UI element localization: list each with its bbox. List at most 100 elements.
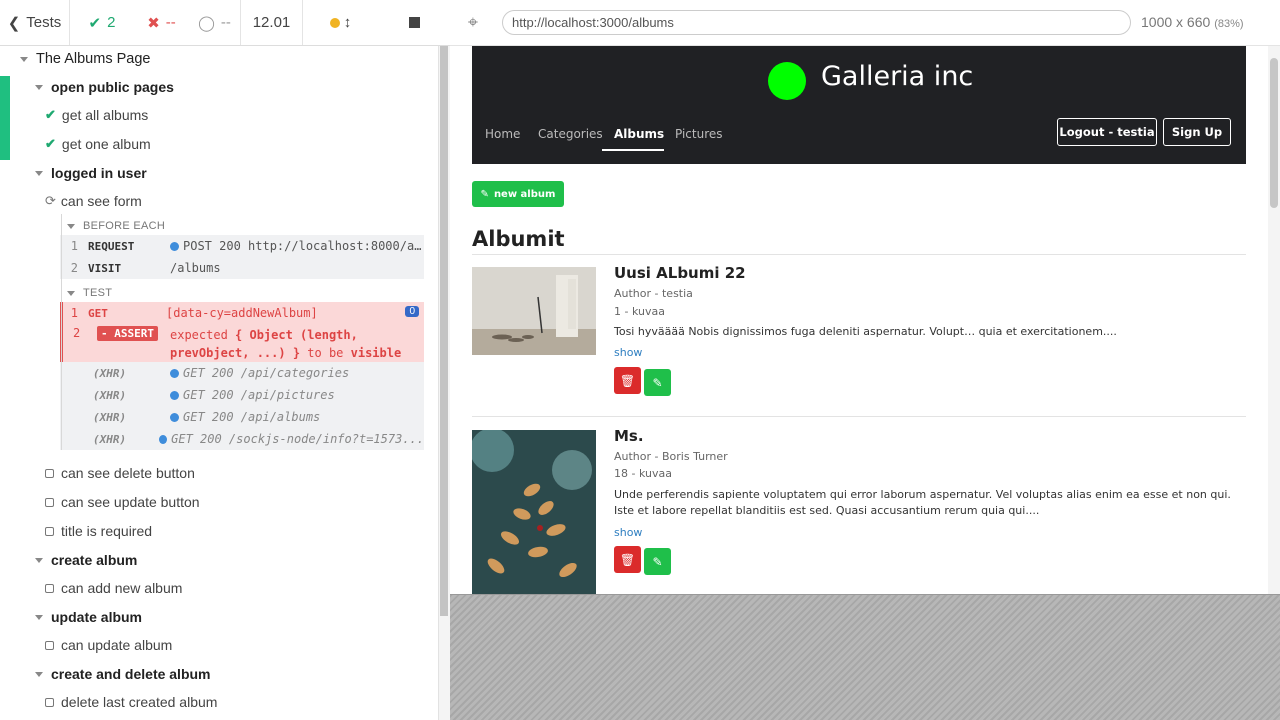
refresh-icon: ⟳: [45, 193, 56, 208]
logout-button[interactable]: Logout - testia: [1057, 118, 1157, 146]
runner-scrollbar-thumb[interactable]: [440, 46, 448, 616]
test-title: can update album: [61, 637, 173, 653]
request-dot-icon: [170, 412, 179, 422]
test-row[interactable]: can update album: [45, 631, 172, 659]
test-title: can see form: [60, 193, 142, 209]
check-icon: ✔: [45, 136, 56, 151]
album-show-link[interactable]: show: [614, 346, 642, 359]
url-bar[interactable]: http://localhost:3000/albums: [502, 10, 1131, 35]
album-show-link[interactable]: show: [614, 526, 642, 539]
test-title: get all albums: [61, 107, 149, 123]
passed-count: ✔ 2: [70, 0, 134, 45]
delete-album-button[interactable]: 🗑: [614, 546, 641, 573]
stop-button[interactable]: [378, 0, 450, 45]
back-to-tests-button[interactable]: ❮ Tests: [0, 0, 70, 45]
command-row-get[interactable]: 1 GET [data-cy=addNewAlbum] 0: [60, 302, 424, 324]
command-row[interactable]: 2 VISIT /albums: [60, 257, 424, 279]
xhr-row[interactable]: (XHR) GET 200 /api/albums: [60, 406, 424, 428]
pending-circle-icon: ◯: [198, 14, 215, 32]
pending-box-icon: [45, 526, 54, 536]
new-album-button[interactable]: ✎ new album: [472, 181, 564, 207]
xhr-row[interactable]: (XHR) GET 200 /sockjs-node/info?t=1573..…: [60, 428, 424, 450]
selector-playground-icon[interactable]: ⌖: [463, 12, 483, 32]
test-label: TEST: [83, 287, 113, 299]
album-description: Unde perferendis sapiente voluptatem qui…: [614, 488, 1231, 517]
command-message: POST 200 http://localhost:8000/api/...: [183, 239, 424, 253]
suite-title: update album: [51, 609, 143, 625]
edit-album-button[interactable]: ✎: [644, 548, 671, 575]
test-row[interactable]: ⟳ can see form: [45, 187, 142, 215]
auto-scroll-toggle[interactable]: ↕: [303, 0, 378, 45]
caret-down-icon: [35, 170, 43, 176]
active-nav-underline: [602, 149, 664, 151]
arrows-vertical-icon: ↕: [343, 14, 352, 31]
caret-down-icon: [67, 223, 75, 229]
signup-button[interactable]: Sign Up: [1163, 118, 1231, 146]
xhr-label: (XHR): [93, 388, 127, 402]
xhr-row[interactable]: (XHR) GET 200 /api/pictures: [60, 384, 424, 406]
command-name: VISIT: [88, 261, 122, 275]
xhr-message: GET 200 /api/albums: [183, 410, 321, 424]
test-title: delete last created album: [61, 694, 218, 710]
xhr-message: GET 200 /api/pictures: [183, 388, 335, 402]
album-thumbnail[interactable]: [472, 430, 596, 594]
test-row[interactable]: ✔ get one album: [45, 130, 151, 158]
assert-text: to be: [300, 346, 351, 360]
nav-pictures[interactable]: Pictures: [675, 127, 723, 141]
test-section[interactable]: TEST: [67, 284, 112, 302]
viewport-size: 1000 x 660 (83%): [1141, 14, 1244, 30]
test-row[interactable]: title is required: [45, 517, 152, 545]
nav-home[interactable]: Home: [485, 127, 520, 141]
test-row[interactable]: can see update button: [45, 488, 200, 516]
suite-row[interactable]: logged in user: [35, 159, 147, 187]
runner-header: ❮ Tests ✔ 2 ✖ -- ◯ -- 12.01 ↕: [0, 0, 450, 46]
pending-box-icon: [45, 583, 54, 593]
suite-row[interactable]: create album: [35, 546, 137, 574]
album-title[interactable]: Ms.: [614, 427, 644, 445]
test-row[interactable]: can add new album: [45, 574, 182, 602]
logo-icon: [768, 62, 806, 100]
test-title: can add new album: [61, 580, 183, 596]
root-suite[interactable]: The Albums Page: [20, 46, 150, 73]
nav-categories[interactable]: Categories: [538, 127, 603, 141]
suite-row[interactable]: create and delete album: [35, 660, 211, 688]
suite-row[interactable]: update album: [35, 603, 142, 631]
command-message: /albums: [170, 261, 221, 275]
tests-label: Tests: [26, 14, 62, 31]
pending-box-icon: [45, 640, 54, 650]
assert-text: expected: [170, 328, 236, 342]
command-name: REQUEST: [88, 239, 135, 253]
test-runner-panel: ❮ Tests ✔ 2 ✖ -- ◯ -- 12.01 ↕ The Albums…: [0, 0, 450, 720]
delete-album-button[interactable]: 🗑: [614, 367, 641, 394]
chevron-left-icon: ❮: [7, 14, 21, 32]
album-title[interactable]: Uusi ALbumi 22: [614, 264, 746, 282]
command-number: 1: [70, 239, 78, 253]
pending-box-icon: [45, 468, 54, 478]
album-thumbnail[interactable]: [472, 267, 596, 355]
test-row[interactable]: ✔ get all albums: [45, 101, 148, 129]
request-dot-icon: [170, 390, 179, 400]
suite-row[interactable]: open public pages: [35, 73, 174, 101]
xhr-message: GET 200 /api/categories: [183, 366, 350, 380]
test-row[interactable]: can see delete button: [45, 459, 195, 487]
command-row[interactable]: 1 REQUEST POST 200 http://localhost:8000…: [60, 235, 424, 257]
command-area-guide: [61, 214, 62, 450]
xhr-row[interactable]: (XHR) GET 200 /api/categories: [60, 362, 424, 384]
element-count-badge: 0: [405, 306, 419, 317]
test-tree: The Albums Page open public pages ✔ get all…: [0, 46, 438, 720]
albums-heading: Albumit: [472, 227, 565, 251]
nav-albums[interactable]: Albums: [614, 127, 664, 141]
trash-icon: 🗑: [619, 373, 636, 388]
command-row-assert[interactable]: 2 - ASSERT expected { Object (length, pr…: [60, 324, 424, 362]
aut-scrollbar-thumb[interactable]: [1270, 58, 1278, 208]
test-title: can see update button: [61, 494, 200, 510]
before-each-section[interactable]: BEFORE EACH: [67, 217, 165, 235]
album-count: 18 - kuvaa: [614, 467, 672, 480]
command-number: 1: [70, 306, 78, 320]
request-dot-icon: [170, 241, 179, 251]
failed-value: --: [165, 14, 176, 31]
new-album-label: new album: [493, 188, 556, 200]
test-row[interactable]: delete last created album: [45, 688, 217, 716]
site-title: Galleria inc: [821, 61, 974, 92]
edit-album-button[interactable]: ✎: [644, 369, 671, 396]
